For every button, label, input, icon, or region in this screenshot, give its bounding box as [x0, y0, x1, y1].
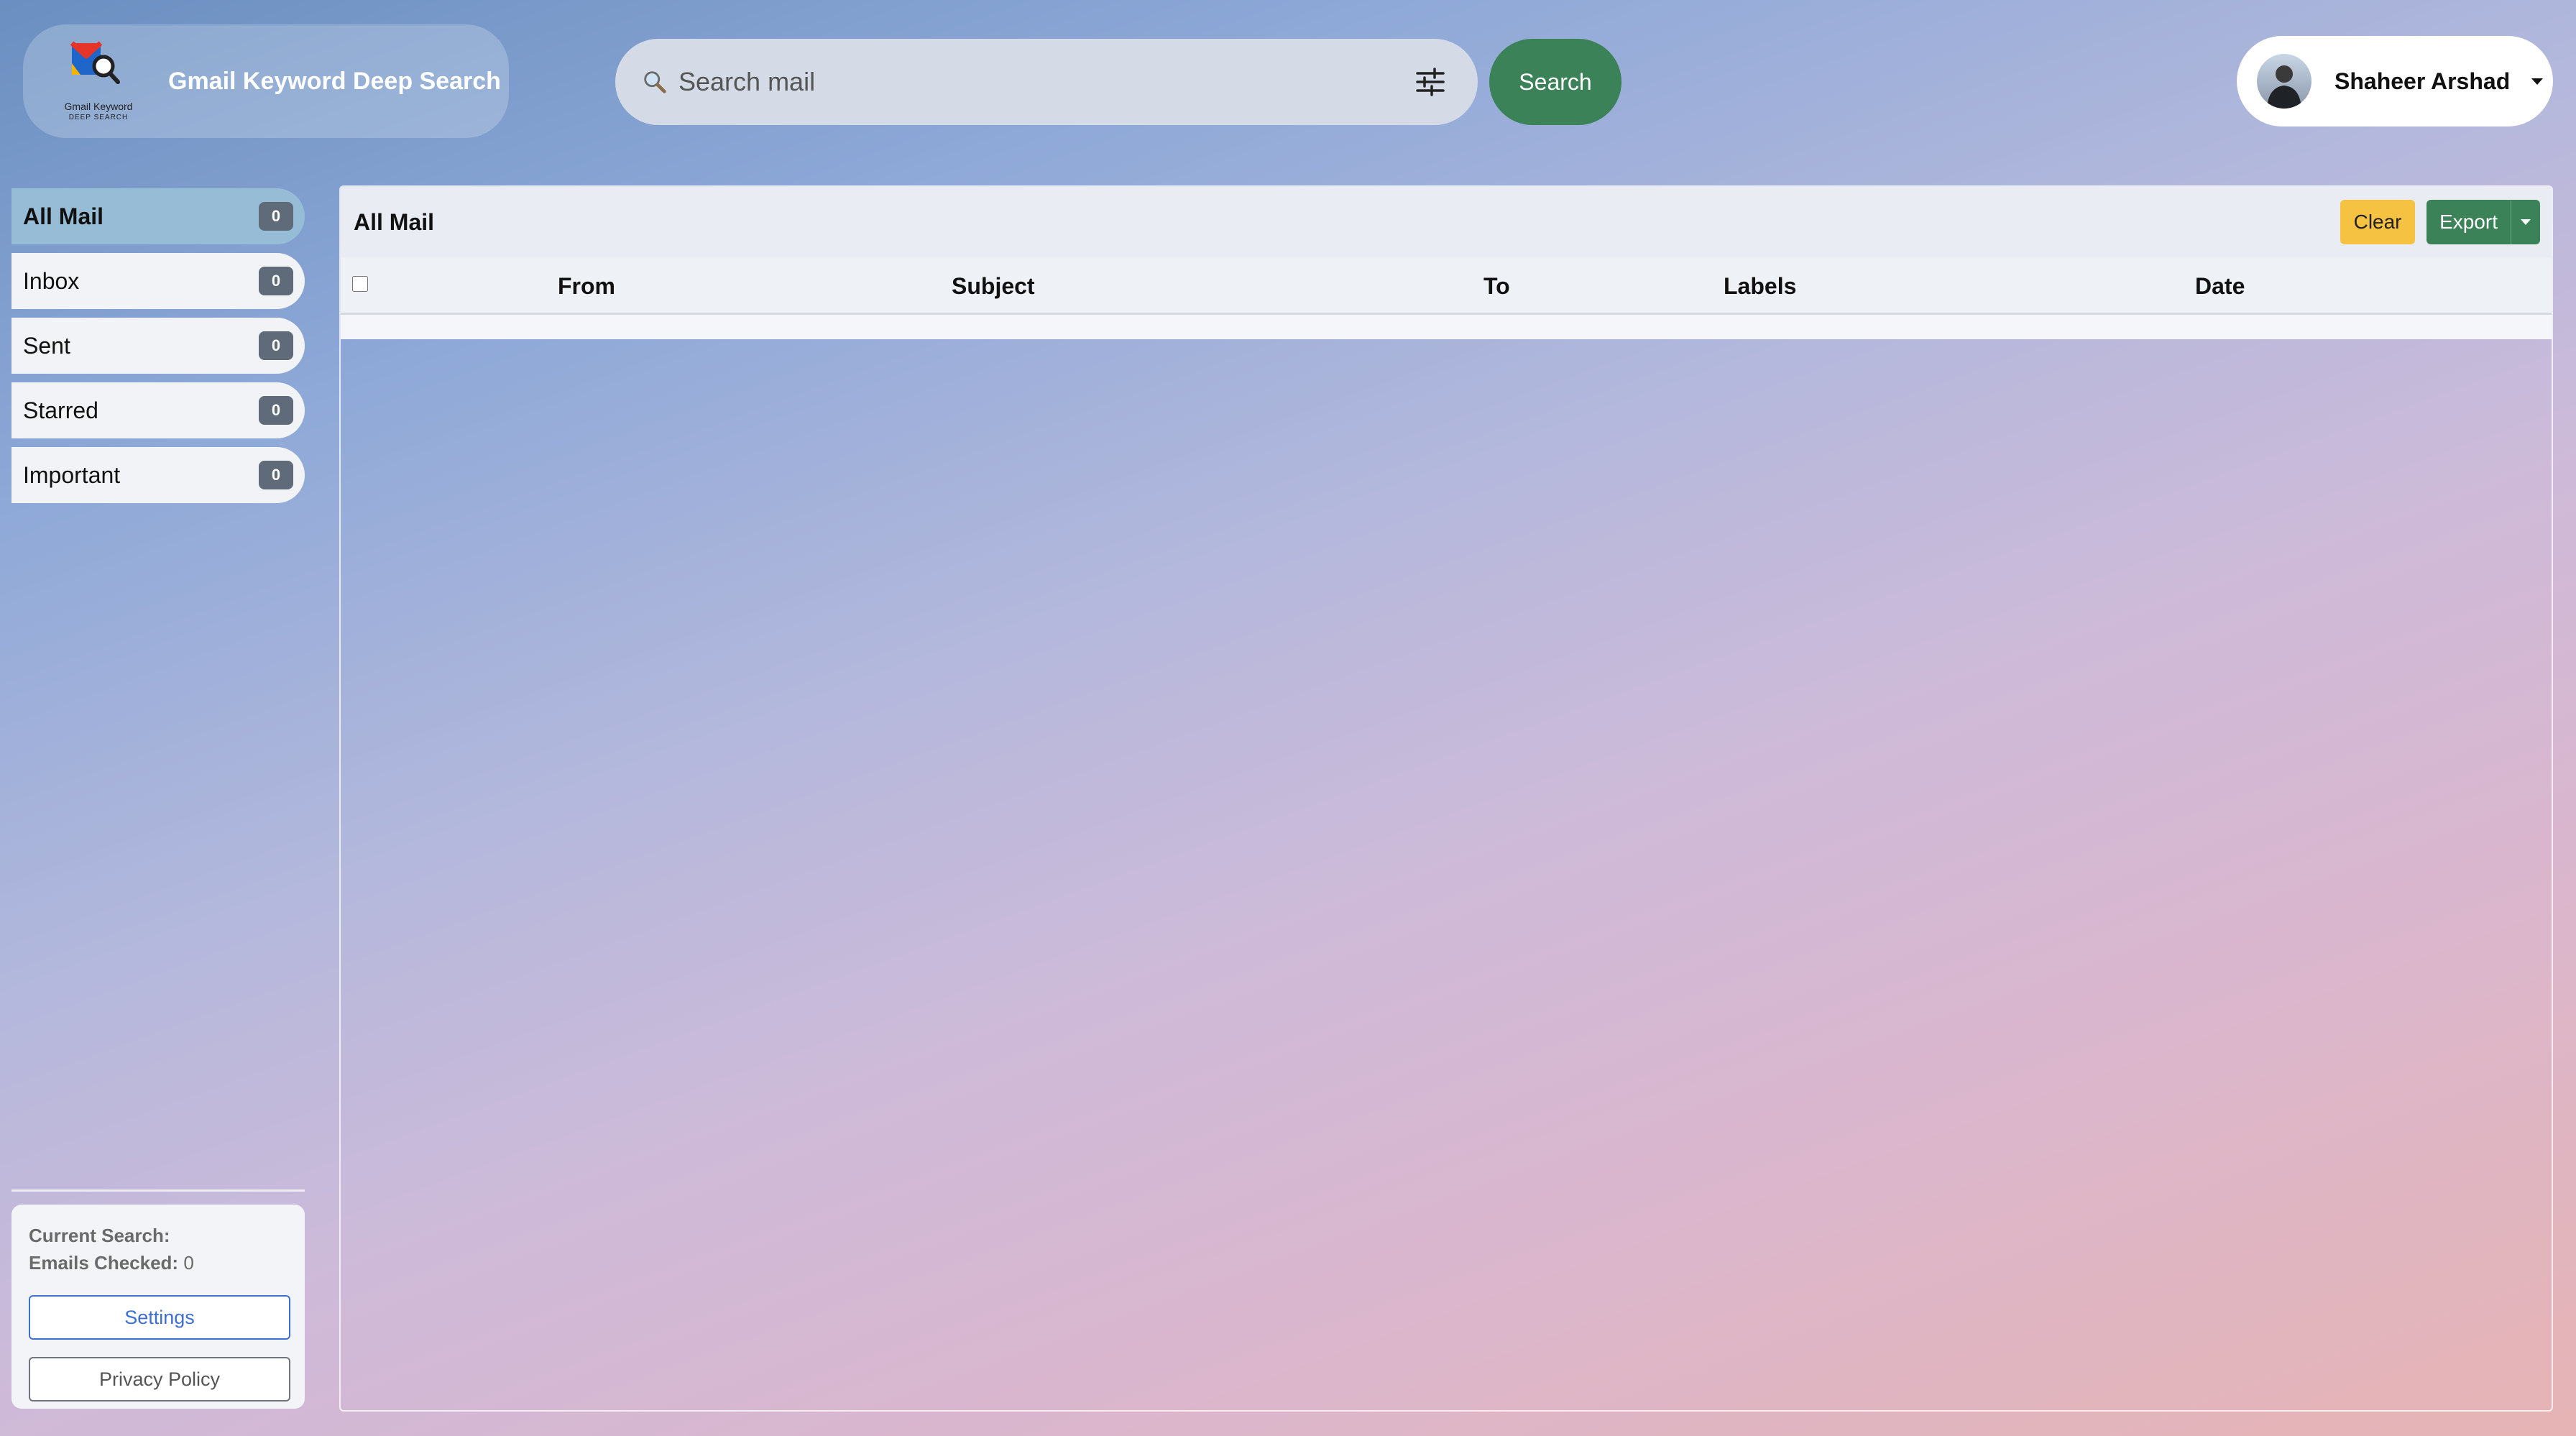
- panel-header: All Mail Clear Export: [341, 187, 2552, 257]
- search-button[interactable]: Search: [1489, 39, 1622, 125]
- search-input[interactable]: [677, 52, 1414, 111]
- page-title: All Mail: [354, 208, 435, 235]
- search-icon: [644, 71, 666, 93]
- column-header-subject[interactable]: Subject: [952, 273, 1035, 300]
- mail-search-icon: [70, 41, 120, 84]
- privacy-policy-button[interactable]: Privacy Policy: [29, 1357, 290, 1402]
- column-header-from[interactable]: From: [558, 273, 615, 300]
- sidebar-item-all-mail[interactable]: All Mail 0: [12, 188, 305, 244]
- sidebar-item-label: Sent: [23, 332, 70, 359]
- mail-list-panel: All Mail Clear Export From Subject To La…: [339, 185, 2553, 1412]
- sidebar-item-sent[interactable]: Sent 0: [12, 318, 305, 374]
- sidebar-item-label: All Mail: [23, 203, 104, 229]
- brand-header: Gmail Keyword DEEP SEARCH Gmail Keyword …: [23, 24, 509, 138]
- app-title: Gmail Keyword Deep Search: [168, 67, 501, 95]
- export-dropdown-toggle[interactable]: [2511, 200, 2540, 244]
- select-all-checkbox[interactable]: [352, 276, 368, 292]
- user-menu[interactable]: Shaheer Arshad: [2237, 36, 2553, 126]
- sidebar-item-important[interactable]: Important 0: [12, 447, 305, 503]
- chevron-down-icon[interactable]: [2531, 78, 2544, 85]
- header-actions: Clear Export: [2340, 200, 2540, 244]
- current-search-label: Current Search:: [29, 1225, 170, 1246]
- count-badge: 0: [259, 396, 293, 425]
- sidebar-item-label: Inbox: [23, 267, 80, 294]
- sidebar-item-inbox[interactable]: Inbox 0: [12, 253, 305, 309]
- table-body-empty: [341, 315, 2552, 339]
- app-logo: Gmail Keyword DEEP SEARCH: [45, 34, 152, 128]
- current-search-status: Current Search:: [29, 1222, 288, 1249]
- sidebar-item-label: Important: [23, 461, 121, 488]
- emails-checked-value: 0: [183, 1252, 194, 1274]
- chevron-down-icon: [2521, 219, 2531, 225]
- logo-caption-1: Gmail Keyword: [64, 101, 133, 112]
- count-badge: 0: [259, 331, 293, 360]
- count-badge: 0: [259, 267, 293, 295]
- logo-caption-2: DEEP SEARCH: [68, 114, 129, 121]
- emails-checked-label: Emails Checked:: [29, 1252, 179, 1274]
- column-header-to[interactable]: To: [1484, 273, 1510, 300]
- emails-checked-status: Emails Checked: 0: [29, 1249, 288, 1276]
- count-badge: 0: [259, 461, 293, 489]
- filter-options-icon[interactable]: [1414, 66, 1446, 98]
- table-header: From Subject To Labels Date: [341, 257, 2552, 315]
- export-button[interactable]: Export: [2426, 200, 2540, 244]
- count-badge: 0: [259, 202, 293, 231]
- column-header-labels[interactable]: Labels: [1724, 273, 1796, 300]
- sidebar-item-starred[interactable]: Starred 0: [12, 382, 305, 438]
- settings-button[interactable]: Settings: [29, 1295, 290, 1340]
- search-bar[interactable]: [615, 39, 1478, 125]
- sidebar-divider: [12, 1189, 305, 1192]
- user-name: Shaheer Arshad: [2334, 68, 2511, 94]
- export-label: Export: [2439, 211, 2498, 233]
- avatar: [2257, 54, 2312, 109]
- sidebar-item-label: Starred: [23, 397, 98, 423]
- search-status-card: Current Search: Emails Checked: 0 Settin…: [12, 1205, 305, 1409]
- column-header-date[interactable]: Date: [2195, 273, 2245, 300]
- clear-button[interactable]: Clear: [2340, 200, 2416, 244]
